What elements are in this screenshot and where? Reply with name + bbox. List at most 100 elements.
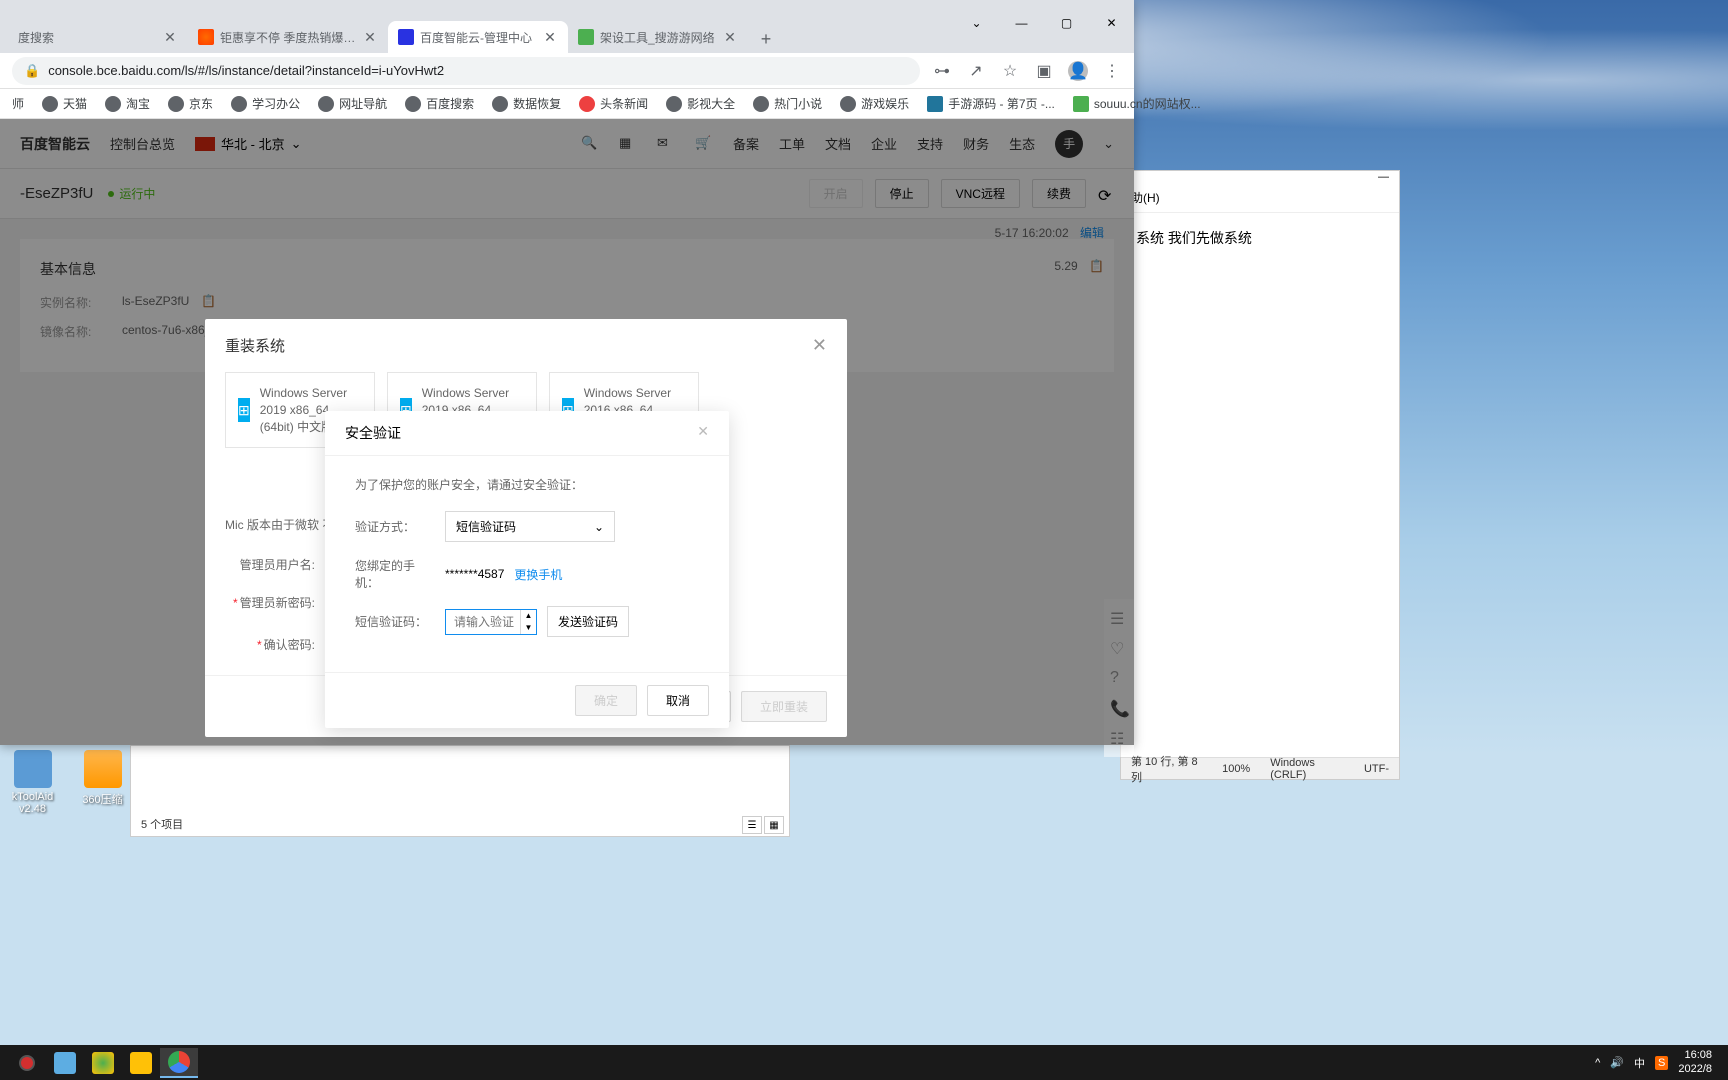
bookmark-favicon-icon xyxy=(492,96,508,112)
change-phone-link[interactable]: 更换手机 xyxy=(514,566,562,583)
bookmark-favicon-icon xyxy=(927,96,943,112)
record-indicator[interactable] xyxy=(8,1048,46,1078)
tab-close-icon[interactable]: ✕ xyxy=(542,29,558,45)
verify-method-select[interactable]: 短信验证码 ⌄ xyxy=(445,511,615,542)
chrome-browser-window: 度搜索 ✕ 钜惠享不停 季度热销爆品特惠 - ✕ 百度智能云-管理中心 ✕ 架设… xyxy=(0,0,1134,745)
view-details-icon[interactable]: ☰ xyxy=(742,816,762,834)
modal-title: 重装系统 xyxy=(225,335,285,356)
verify-phone-row: 您绑定的手机： *******4587 更换手机 xyxy=(355,557,699,591)
notepad-titlebar: — xyxy=(1121,171,1399,183)
confirm-password-label: *确认密码: xyxy=(225,636,325,653)
taskbar-explorer[interactable] xyxy=(122,1048,160,1078)
send-code-button[interactable]: 发送验证码 xyxy=(547,606,629,637)
menu-icon[interactable]: ⋮ xyxy=(1102,61,1122,81)
volume-icon[interactable]: 🔊 xyxy=(1610,1056,1624,1069)
verify-footer: 确定 取消 xyxy=(325,672,729,728)
reinstall-submit-button[interactable]: 立即重装 xyxy=(741,691,827,722)
chrome-icon xyxy=(168,1051,190,1073)
dropdown-icon[interactable]: ⌄ xyxy=(954,8,999,38)
bookmark-item[interactable]: 数据恢复 xyxy=(492,95,561,112)
icon-label: 360压缩 xyxy=(82,791,122,807)
view-icons-icon[interactable]: ▦ xyxy=(764,816,784,834)
verify-code-input[interactable] xyxy=(454,615,514,629)
bookmark-item[interactable]: 百度搜索 xyxy=(405,95,474,112)
bookmark-item[interactable]: 影视大全 xyxy=(666,95,735,112)
explorer-view-toggle: ☰ ▦ xyxy=(742,816,784,834)
tab-close-icon[interactable]: ✕ xyxy=(162,29,178,45)
browser-tab-3[interactable]: 架设工具_搜游游网络 ✕ xyxy=(568,21,748,53)
key-icon[interactable]: ⊶ xyxy=(932,61,952,81)
bookmark-favicon-icon xyxy=(840,96,856,112)
record-icon xyxy=(19,1055,35,1071)
taskbar-chrome[interactable] xyxy=(160,1048,198,1078)
taskbar-app-1[interactable] xyxy=(46,1048,84,1078)
minimize-button[interactable]: — xyxy=(999,8,1044,38)
bookmarks-bar: 师 天猫 淘宝 京东 学习办公 网址导航 百度搜索 数据恢复 头条新闻 影视大全… xyxy=(0,89,1134,119)
bookmark-item[interactable]: 游戏娱乐 xyxy=(840,95,909,112)
sidepanel-icon[interactable]: ▣ xyxy=(1034,61,1054,81)
bookmark-item[interactable]: 头条新闻 xyxy=(579,95,648,112)
sogou-icon[interactable]: S xyxy=(1655,1056,1668,1070)
window-controls: ⌄ — ▢ ✕ xyxy=(954,8,1134,38)
status-zoom: 100% xyxy=(1222,763,1250,775)
modal-header: 重装系统 ✕ xyxy=(205,319,847,372)
profile-icon[interactable]: 👤 xyxy=(1068,61,1088,81)
notepad-menu: 助(H) xyxy=(1121,183,1399,213)
tray-expand-icon[interactable]: ^ xyxy=(1595,1057,1600,1069)
bookmark-item[interactable]: 师 xyxy=(12,95,24,112)
tab-favicon-icon xyxy=(198,29,214,45)
verify-code-row: 短信验证码： ▲ ▼ 发送验证码 xyxy=(355,606,699,637)
ime-indicator[interactable]: 中 xyxy=(1634,1055,1645,1071)
menu-help[interactable]: 助(H) xyxy=(1131,189,1160,206)
bookmark-item[interactable]: 天猫 xyxy=(42,95,87,112)
system-tray: ^ 🔊 中 S 16:08 2022/8 xyxy=(1595,1049,1720,1075)
verify-method-label: 验证方式： xyxy=(355,518,435,535)
share-icon[interactable]: ↗ xyxy=(966,61,986,81)
status-eol: Windows (CRLF) xyxy=(1270,757,1344,781)
bookmark-item[interactable]: 学习办公 xyxy=(231,95,300,112)
tab-title: 百度智能云-管理中心 xyxy=(420,29,536,46)
taskbar-clock[interactable]: 16:08 2022/8 xyxy=(1678,1049,1712,1075)
desktop-icon-ktoolaid[interactable]: kToolAid v2.48 xyxy=(5,750,60,815)
chrome-address-bar: 🔒 console.bce.baidu.com/ls/#/ls/instance… xyxy=(0,53,1134,89)
star-icon[interactable]: ☆ xyxy=(1000,61,1020,81)
url-input[interactable]: 🔒 console.bce.baidu.com/ls/#/ls/instance… xyxy=(12,57,920,85)
tab-close-icon[interactable]: ✕ xyxy=(362,29,378,45)
modal-close-icon[interactable]: ✕ xyxy=(812,335,827,356)
bookmark-item[interactable]: 网址导航 xyxy=(318,95,387,112)
close-button[interactable]: ✕ xyxy=(1089,8,1134,38)
verify-cancel-button[interactable]: 取消 xyxy=(647,685,709,716)
bookmark-item[interactable]: 手游源码 - 第7页 -... xyxy=(927,95,1055,112)
bookmark-item[interactable]: souuu.cn的网站权... xyxy=(1073,95,1201,112)
maximize-button[interactable]: ▢ xyxy=(1044,8,1089,38)
tab-close-icon[interactable]: ✕ xyxy=(722,29,738,45)
tab-favicon-icon xyxy=(578,29,594,45)
verify-code-label: 短信验证码： xyxy=(355,613,435,630)
new-tab-button[interactable]: + xyxy=(752,25,780,53)
verify-body: 为了保护您的账户安全，请通过安全验证： 验证方式： 短信验证码 ⌄ 您绑定的手机… xyxy=(325,456,729,672)
browser-tab-2-active[interactable]: 百度智能云-管理中心 ✕ xyxy=(388,21,568,53)
browser-tab-1[interactable]: 钜惠享不停 季度热销爆品特惠 - ✕ xyxy=(188,21,388,53)
desktop-icons: kToolAid v2.48 360压缩 xyxy=(0,745,135,820)
verify-confirm-button[interactable]: 确定 xyxy=(575,685,637,716)
select-value: 短信验证码 xyxy=(456,518,516,535)
notepad-content[interactable]: 系统 我们先做系统 xyxy=(1121,213,1399,263)
verify-header: 安全验证 ✕ xyxy=(325,411,729,456)
verify-close-icon[interactable]: ✕ xyxy=(697,423,709,443)
tab-favicon-icon xyxy=(398,29,414,45)
tab-title: 度搜索 xyxy=(18,29,156,46)
bookmark-item[interactable]: 淘宝 xyxy=(105,95,150,112)
spinner-down-icon[interactable]: ▼ xyxy=(521,622,536,634)
new-password-label: *管理员新密码: xyxy=(225,594,325,611)
taskbar-app-2[interactable] xyxy=(84,1048,122,1078)
notepad-minimize[interactable]: — xyxy=(1378,171,1389,183)
browser-tab-0[interactable]: 度搜索 ✕ xyxy=(8,21,188,53)
bookmark-favicon-icon xyxy=(318,96,334,112)
explorer-window[interactable]: 5 个项目 ☰ ▦ xyxy=(130,745,790,837)
bookmark-favicon-icon xyxy=(231,96,247,112)
bookmark-item[interactable]: 京东 xyxy=(168,95,213,112)
spinner-up-icon[interactable]: ▲ xyxy=(521,610,536,622)
notepad-statusbar: 第 10 行, 第 8 列 100% Windows (CRLF) UTF- xyxy=(1121,757,1399,779)
desktop-icon-360zip[interactable]: 360压缩 xyxy=(75,750,130,815)
bookmark-item[interactable]: 热门小说 xyxy=(753,95,822,112)
